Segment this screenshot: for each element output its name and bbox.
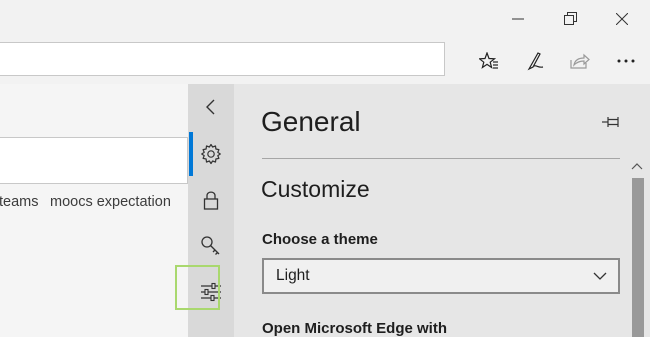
suggestion-link[interactable]: moocs expectation <box>50 194 171 210</box>
minimize-icon <box>512 18 524 19</box>
rail-back-button[interactable] <box>188 85 234 129</box>
pin-button[interactable] <box>600 110 624 134</box>
restore-icon <box>563 12 577 25</box>
theme-label: Choose a theme <box>262 231 378 248</box>
highlight-box <box>175 265 220 310</box>
more-button[interactable] <box>606 41 646 81</box>
favorites-star-icon <box>479 52 498 69</box>
theme-value: Light <box>276 267 310 284</box>
title-bar <box>0 0 650 37</box>
lock-icon <box>203 191 219 210</box>
share-button[interactable] <box>560 41 600 81</box>
rail-general-button[interactable] <box>188 132 234 176</box>
divider <box>262 158 620 159</box>
rail-passwords-button[interactable] <box>188 224 234 268</box>
close-icon <box>616 12 628 25</box>
scroll-up-button[interactable] <box>630 160 644 172</box>
open-with-label: Open Microsoft Edge with <box>262 320 448 337</box>
pen-notes-icon <box>527 52 544 71</box>
theme-dropdown[interactable]: Light <box>262 258 620 294</box>
section-title: Customize <box>261 176 370 202</box>
scrollbar-thumb[interactable] <box>632 178 644 337</box>
scroll-up-icon <box>631 163 643 170</box>
page-content: teams moocs expectation <box>0 84 188 337</box>
minimize-button[interactable] <box>494 0 542 37</box>
close-button[interactable] <box>598 0 646 37</box>
pin-icon <box>602 117 619 127</box>
rail-privacy-button[interactable] <box>188 178 234 222</box>
key-icon <box>201 236 220 255</box>
back-chevron-icon <box>206 99 215 115</box>
web-note-button[interactable] <box>515 41 555 81</box>
more-icon <box>617 59 635 63</box>
gear-icon <box>201 143 221 165</box>
address-bar[interactable] <box>0 42 445 76</box>
settings-panel: General Customize Choose a theme Light O… <box>234 84 650 337</box>
chevron-down-icon <box>593 272 607 280</box>
suggestion-link[interactable]: teams <box>0 194 39 210</box>
page-search-box[interactable] <box>0 137 188 184</box>
restore-button[interactable] <box>546 0 594 37</box>
share-icon <box>570 53 590 69</box>
panel-title: General <box>261 106 361 137</box>
toolbar <box>0 37 650 84</box>
favorites-button[interactable] <box>469 41 509 81</box>
